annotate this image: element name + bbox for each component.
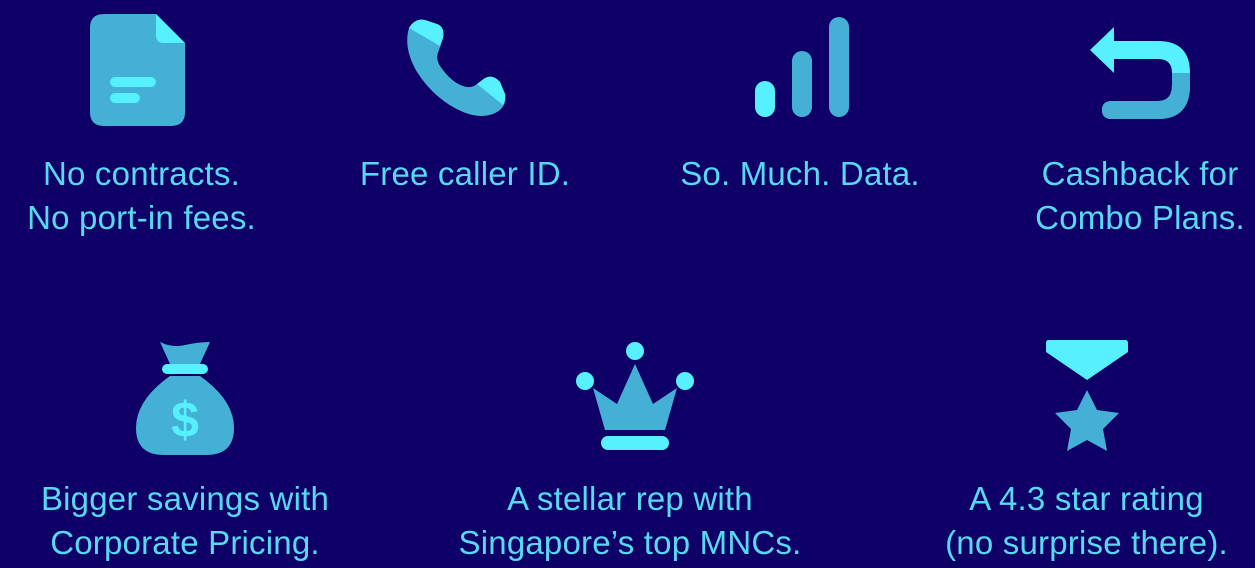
feature-label-line1: No contracts.: [42, 155, 240, 192]
feature-label-line1: So. Much. Data.: [680, 155, 920, 192]
return-arrow-icon: [1090, 27, 1190, 119]
feature-label-line1: Cashback for: [1041, 155, 1239, 192]
feature-label-line2: No port-in fees.: [27, 199, 256, 236]
feature-label: Free caller ID.: [345, 152, 585, 196]
feature-label-line1: Free caller ID.: [359, 155, 571, 192]
feature-label: A 4.3 star rating (no surprise there).: [918, 477, 1255, 565]
feature-label-line2: (no surprise there).: [945, 524, 1228, 561]
feature-label: Bigger savings with Corporate Pricing.: [0, 477, 370, 565]
signal-bars-icon: [755, 17, 849, 117]
feature-label-line1: A stellar rep with: [507, 480, 753, 517]
feature-label: No contracts. No port-in fees.: [0, 152, 283, 240]
feature-label-line2: Singapore’s top MNCs.: [458, 524, 802, 561]
feature-stellar-rep: A stellar rep with Singapore’s top MNCs.: [440, 320, 820, 568]
phone-icon: [407, 19, 506, 116]
feature-no-contracts: No contracts. No port-in fees.: [0, 0, 283, 300]
feature-star-rating: A 4.3 star rating (no surprise there).: [918, 320, 1255, 568]
feature-label-line2: Corporate Pricing.: [50, 524, 320, 561]
document-icon: [90, 14, 185, 126]
star-medal-icon: [1046, 340, 1128, 451]
feature-label: Cashback for Combo Plans.: [1015, 152, 1255, 240]
feature-label-line1: A 4.3 star rating: [969, 480, 1204, 517]
money-bag-icon: $: [136, 342, 234, 455]
feature-label-line1: Bigger savings with: [40, 480, 330, 517]
feature-corporate-pricing: $ Bigger savings with Corporate Pricing.: [0, 320, 370, 568]
crown-icon: [576, 342, 694, 450]
feature-label: A stellar rep with Singapore’s top MNCs.: [440, 477, 820, 565]
feature-free-caller-id: Free caller ID.: [345, 0, 585, 300]
feature-label-line2: Combo Plans.: [1035, 199, 1245, 236]
feature-label: So. Much. Data.: [660, 152, 940, 196]
feature-so-much-data: So. Much. Data.: [660, 0, 940, 300]
feature-cashback: Cashback for Combo Plans.: [1015, 0, 1255, 300]
svg-text:$: $: [171, 392, 199, 448]
